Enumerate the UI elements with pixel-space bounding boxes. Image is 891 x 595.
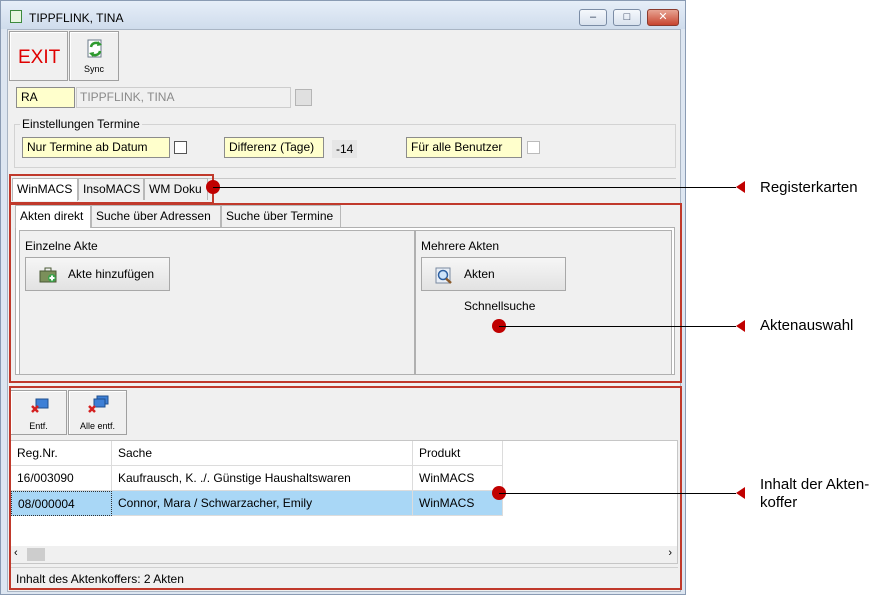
highlight-aktenauswahl bbox=[9, 203, 682, 383]
annotation-line-registerkarten bbox=[213, 187, 736, 188]
tab-akten-direkt[interactable]: Akten direkt bbox=[15, 205, 91, 228]
annotation-inhalt-line1: Inhalt der Akten- bbox=[760, 476, 870, 493]
fuer-alle-label: Für alle Benutzer bbox=[406, 137, 522, 158]
settings-group-label: Einstellungen Termine bbox=[20, 117, 142, 131]
differenz-value[interactable]: -14 bbox=[332, 140, 358, 158]
user-code-field[interactable]: RA bbox=[16, 87, 75, 108]
minimize-button[interactable]: – bbox=[579, 9, 607, 26]
main-window: TIPPFLINK, TINA – □ ✕ EXIT Sync RA TIPPF… bbox=[0, 0, 686, 595]
annotation-arrowhead bbox=[736, 320, 745, 332]
document-icon bbox=[10, 10, 22, 23]
title-bar: TIPPFLINK, TINA – □ ✕ bbox=[1, 1, 685, 29]
sync-icon bbox=[87, 39, 102, 58]
close-button[interactable]: ✕ bbox=[647, 9, 679, 26]
fuer-alle-checkbox[interactable] bbox=[527, 141, 540, 154]
annotation-line-inhalt bbox=[499, 493, 736, 494]
exit-button[interactable]: EXIT bbox=[9, 31, 68, 81]
highlight-aktenkoffer bbox=[9, 386, 682, 590]
differenz-label: Differenz (Tage) bbox=[224, 137, 324, 158]
sync-button[interactable]: Sync bbox=[69, 31, 119, 81]
annotation-line-aktenauswahl bbox=[499, 326, 736, 327]
window-title: TIPPFLINK, TINA bbox=[29, 11, 124, 25]
lookup-icon[interactable] bbox=[295, 89, 312, 106]
user-name-field: TIPPFLINK, TINA bbox=[76, 87, 291, 108]
sync-label: Sync bbox=[83, 64, 104, 74]
nur-termine-label: Nur Termine ab Datum bbox=[22, 137, 170, 158]
annotation-arrowhead bbox=[736, 487, 745, 499]
tab-winmacs[interactable]: WinMACS bbox=[12, 178, 78, 201]
annotation-aktenauswahl: Aktenauswahl bbox=[760, 317, 854, 334]
exit-label: EXIT bbox=[18, 47, 61, 68]
nur-termine-checkbox[interactable] bbox=[174, 141, 187, 154]
annotation-inhalt-line2: koffer bbox=[760, 494, 798, 511]
maximize-button[interactable]: □ bbox=[613, 9, 641, 26]
client-area: EXIT Sync RA TIPPFLINK, TINA Einstellung… bbox=[7, 29, 682, 592]
annotation-arrowhead bbox=[736, 181, 745, 193]
annotation-registerkarten: Registerkarten bbox=[760, 179, 858, 196]
